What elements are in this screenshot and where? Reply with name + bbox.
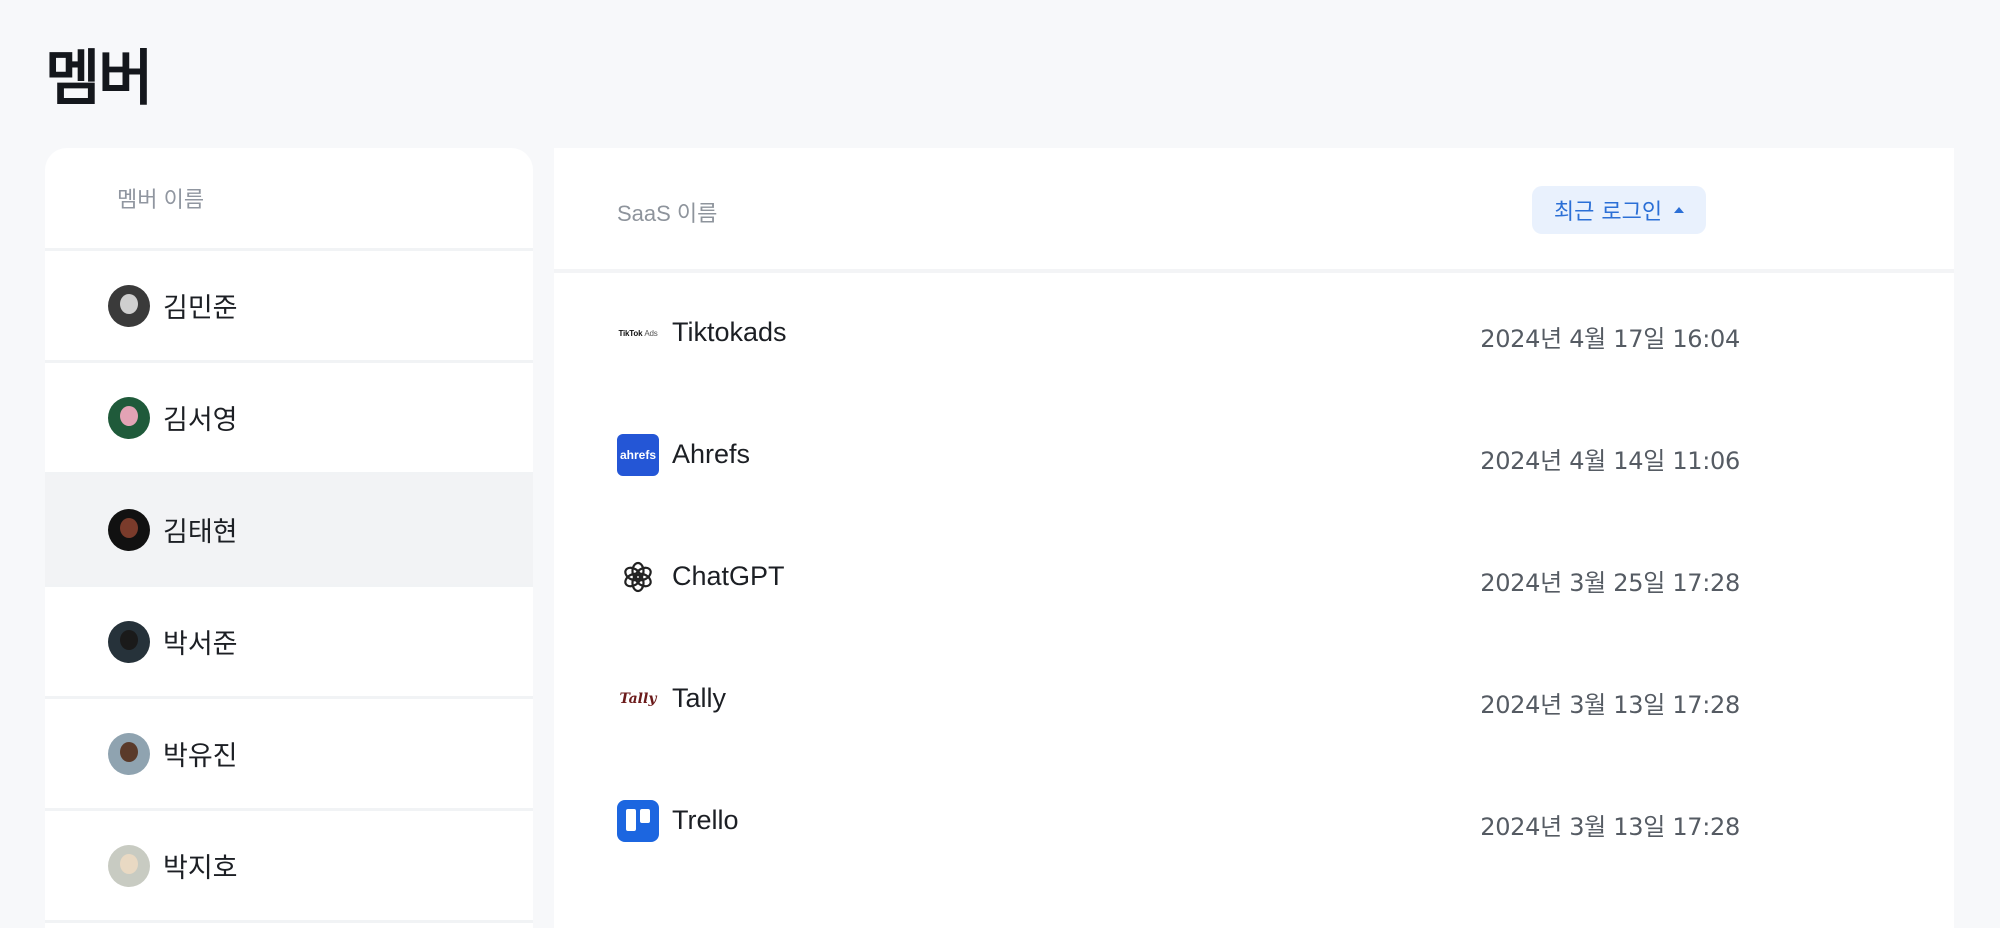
caret-up-icon [1674,207,1685,213]
avatar-face [120,293,138,314]
last-login-date: 2024년 3월 25일 17:28 [1480,569,1740,597]
saas-name: Tally [672,683,727,713]
member-name: 박유진 [163,741,238,772]
last-login-date: 2024년 3월 13일 17:28 [1480,813,1740,841]
avatar-face [120,741,138,762]
tally-logo-text: Tally [619,691,657,707]
avatar [108,732,150,775]
saas-name: ChatGPT [672,561,785,591]
openai-logo-icon [617,556,659,598]
saas-row[interactable]: Tally Tally 2024년 3월 13일 17:28 [554,639,1954,761]
saas-name: Ahrefs [672,439,751,469]
saas-name-column-header: SaaS 이름 [617,201,718,226]
member-item[interactable]: 김서영 [45,363,533,475]
tiktok-ads-logo-icon: TikTok Ads [617,312,659,354]
member-item[interactable]: 박서준 [45,587,533,699]
last-login-date: 2024년 3월 13일 17:28 [1480,691,1740,719]
member-item[interactable]: 김태현 [45,475,533,587]
saas-list: TikTok Ads Tiktokads 2024년 4월 17일 16:04 a… [554,273,1954,883]
ahrefs-logo-text: ahrefs [619,448,657,462]
trello-logo-icon [617,800,659,842]
member-name: 박서준 [163,629,238,660]
saas-panel: SaaS 이름 최근 로그인 TikTok Ads Tiktokads 2024년… [554,148,1954,928]
member-name: 박지호 [163,853,238,884]
saas-row[interactable]: ChatGPT 2024년 3월 25일 17:28 [554,517,1954,639]
avatar [108,396,150,439]
avatar-face [120,405,138,426]
avatar-face [120,517,138,538]
page-title: 멤버 [45,44,153,114]
sort-by-recent-login-button[interactable]: 최근 로그인 [1532,186,1706,234]
saas-row[interactable]: TikTok Ads Tiktokads 2024년 4월 17일 16:04 [554,273,1954,395]
member-panel: 멤버 이름 김민준 김서영 김태현 박서준 박유진 박지호 [45,148,533,928]
tally-logo-icon: Tally [617,678,659,720]
sort-button-label: 최근 로그인 [1553,200,1663,225]
last-login-date: 2024년 4월 14일 11:06 [1480,447,1740,475]
tiktok-logo-subtext: Ads [644,328,658,338]
ahrefs-logo-icon: ahrefs [617,434,659,476]
saas-name: Trello [672,805,739,835]
avatar [108,620,150,663]
saas-row[interactable]: Trello 2024년 3월 13일 17:28 [554,761,1954,883]
member-name: 김민준 [163,293,238,324]
member-list: 김민준 김서영 김태현 박서준 박유진 박지호 [45,251,533,923]
member-name: 김태현 [163,517,238,548]
avatar [108,508,150,551]
tiktok-logo-text: TikTok [618,328,643,338]
avatar-face [120,853,138,874]
member-name-column-header: 멤버 이름 [45,148,533,251]
member-item[interactable]: 박지호 [45,811,533,923]
member-name: 김서영 [163,405,238,436]
last-login-date: 2024년 4월 17일 16:04 [1480,325,1740,353]
avatar-face [120,629,138,650]
saas-table-header: SaaS 이름 최근 로그인 [554,148,1954,273]
saas-name: Tiktokads [672,317,787,347]
member-item[interactable]: 박유진 [45,699,533,811]
saas-row[interactable]: ahrefs Ahrefs 2024년 4월 14일 11:06 [554,395,1954,517]
avatar [108,284,150,327]
avatar [108,844,150,887]
member-item[interactable]: 김민준 [45,251,533,363]
